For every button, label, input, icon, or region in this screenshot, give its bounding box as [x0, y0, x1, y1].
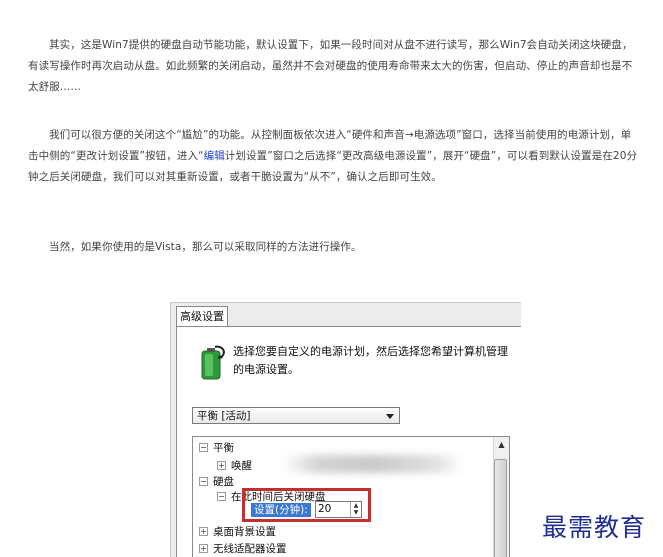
scroll-up-icon[interactable]: ▲ [495, 438, 508, 451]
expand-icon[interactable]: + [217, 461, 226, 470]
collapse-icon[interactable]: − [199, 443, 208, 452]
highlight-box [242, 488, 371, 522]
tree-node-desktop-background[interactable]: + 桌面背景设置 [199, 525, 276, 539]
tree-node-wake-password[interactable]: + 唤醒 [217, 459, 252, 473]
tree-node-hard-disk-label: 硬盘 [213, 476, 234, 488]
power-options-screenshot: 高级设置 选择您要自定义的电源计划，然后选择您希望计算机管理的电源设置。 平衡 … [170, 302, 521, 557]
advanced-settings-panel: 选择您要自定义的电源计划，然后选择您希望计算机管理的电源设置。 平衡 [活动] … [176, 326, 521, 557]
article-paragraph-1: 其实，这是Win7提供的硬盘自动节能功能，默认设置下，如果一段时间对从盘不进行读… [28, 39, 633, 93]
tab-advanced-settings[interactable]: 高级设置 [176, 306, 228, 327]
tree-node-balance[interactable]: − 平衡 [199, 441, 234, 455]
tree-node-wake-label: 唤醒 [231, 460, 252, 472]
wireless-adapter-label: 无线适配器设置 [213, 543, 287, 555]
power-plan-select[interactable]: 平衡 [活动] [192, 407, 400, 424]
blurred-region [283, 455, 463, 473]
tree-node-hard-disk[interactable]: − 硬盘 [199, 475, 234, 489]
article-paragraph-2: 我们可以很方便的关闭这个“尴尬”的功能。从控制面板依次进入“硬件和声音→电源选项… [28, 125, 638, 188]
collapse-icon[interactable]: − [199, 477, 208, 486]
desktop-background-label: 桌面背景设置 [213, 526, 276, 538]
tree-node-balance-label: 平衡 [213, 442, 234, 454]
article-paragraph-3: 当然，如果你使用的是Vista，那么可以采取同样的方法进行操作。 [49, 241, 362, 253]
power-plan-selected: 平衡 [活动] [197, 410, 251, 422]
site-watermark: 最需教育 [542, 513, 647, 542]
tree-scrollbar[interactable]: ▲ ▼ [493, 437, 509, 557]
scroll-thumb[interactable] [494, 459, 507, 557]
plan-description: 选择您要自定义的电源计划，然后选择您希望计算机管理的电源设置。 [233, 345, 508, 376]
power-settings-tree[interactable]: − 平衡 + 唤醒 − 硬盘 − 在此时间后关闭硬盘 设置(分钟): 20 ▲ ▼ + 桌面… [192, 436, 510, 557]
tree-node-wireless-adapter[interactable]: + 无线适配器设置 [199, 542, 287, 556]
expand-icon[interactable]: + [199, 527, 208, 536]
collapse-icon[interactable]: − [217, 492, 226, 501]
power-plan-icon [201, 345, 225, 380]
chevron-down-icon [386, 414, 394, 419]
expand-icon[interactable]: + [199, 544, 208, 553]
edit-link[interactable]: 编辑 [204, 150, 225, 162]
